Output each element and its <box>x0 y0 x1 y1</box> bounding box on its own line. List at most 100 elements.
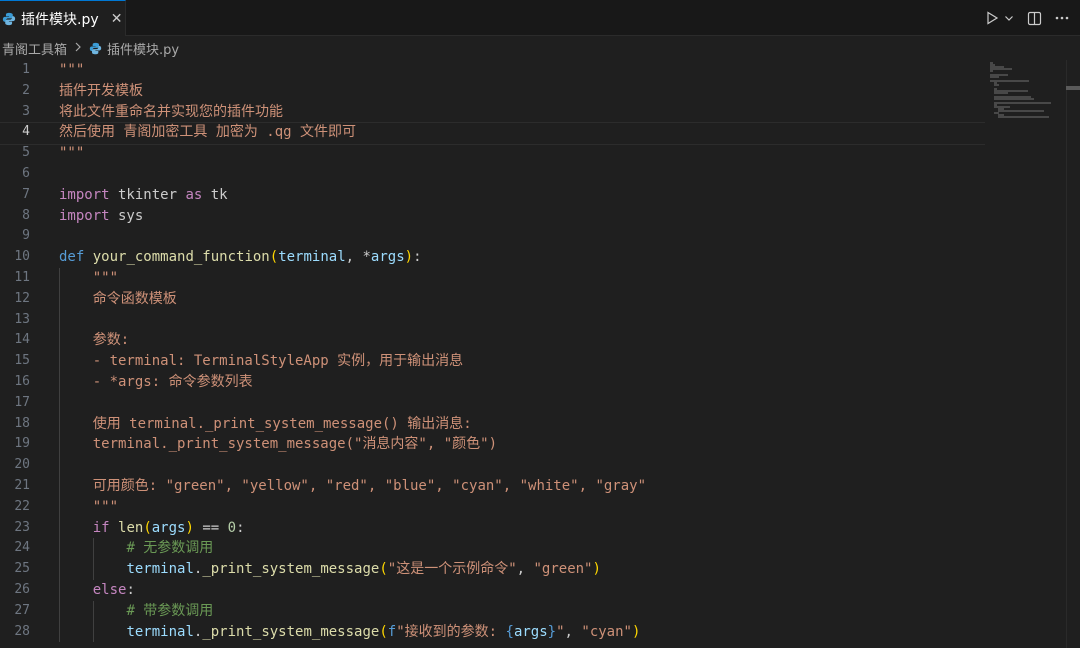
code-token: f <box>387 623 397 640</box>
code-line[interactable] <box>59 392 989 414</box>
line-number: 18 <box>14 415 30 431</box>
code-token: tkinter <box>109 186 186 203</box>
code-line[interactable]: """ <box>59 267 989 289</box>
minimap-line <box>990 70 993 72</box>
code-token: if <box>92 519 110 536</box>
line-number: 28 <box>14 623 30 639</box>
code-line[interactable]: # 带参数调用 <box>59 600 989 622</box>
line-number: 23 <box>14 519 30 535</box>
code-area[interactable]: """ 插件开发模板 将此文件重命名并实现您的插件功能 然后使用 青阁加密工具 加密为… <box>0 60 989 643</box>
code-editor[interactable]: 1 2 3 4 5 6 7 8 9 10 11 12 13 14 15 16 17 18 19 20 21 22 23 24 2… <box>0 60 1080 648</box>
indent-guide <box>59 621 60 643</box>
run-dropdown-chevron-icon[interactable] <box>1003 7 1015 29</box>
code-line[interactable]: else: <box>59 579 989 601</box>
minimap-line <box>994 92 1008 94</box>
code-line[interactable]: # 无参数调用 <box>59 538 989 560</box>
code-line[interactable]: 使用 terminal._print_system_message() 输出消息… <box>59 413 989 435</box>
code-line[interactable]: if len(args) == 0: <box>59 517 989 539</box>
close-tab-icon[interactable]: ✕ <box>109 11 125 27</box>
split-editor-icon[interactable] <box>1027 7 1042 29</box>
code-token: "cyan" <box>581 623 632 640</box>
line-number: 19 <box>14 436 30 452</box>
tab-label: 插件模块.py <box>21 11 99 28</box>
code-line[interactable]: terminal._print_system_message(f"接收到的参数:… <box>59 621 989 643</box>
code-token: sys <box>109 207 144 224</box>
line-number: 12 <box>14 290 30 306</box>
code-line[interactable] <box>59 226 989 247</box>
line-number-gutter: 1 2 3 4 5 6 7 8 9 10 11 12 13 14 15 16 17 18 19 20 21 22 23 24 2… <box>0 60 44 642</box>
code-line[interactable] <box>59 164 989 185</box>
code-token: ) <box>404 249 414 266</box>
scrollbar-thumb[interactable] <box>1066 86 1080 90</box>
python-file-icon <box>89 42 102 54</box>
indent-guide <box>59 371 60 393</box>
code-line[interactable]: 可用颜色: "green", "yellow", "red", "blue", … <box>59 475 989 497</box>
code-token: args <box>151 519 186 536</box>
code-line[interactable]: 插件开发模板 <box>59 81 989 102</box>
tab-plugin-module[interactable]: 插件模块.py ✕ <box>0 0 126 36</box>
code-line[interactable] <box>59 309 989 331</box>
code-token: # 带参数调用 <box>126 602 214 619</box>
indent-guide <box>59 600 60 622</box>
code-line[interactable]: 参数: <box>59 330 989 352</box>
code-line[interactable]: 将此文件重命名并实现您的插件功能 <box>59 102 989 123</box>
code-line[interactable] <box>59 455 989 476</box>
more-actions-icon[interactable] <box>1054 7 1070 29</box>
code-token: # 无参数调用 <box>126 540 214 557</box>
code-line[interactable]: import tkinter as tk <box>59 185 989 206</box>
indent-guide <box>59 496 60 518</box>
code-token: _print_system_message <box>202 561 380 578</box>
line-number: 6 <box>22 165 30 181</box>
code-line[interactable]: terminal._print_system_message("这是一个示例命令… <box>59 559 989 580</box>
code-token: 可用颜色: "green", "yellow", "red", "blue", … <box>92 477 647 494</box>
code-line[interactable]: def your_command_function(terminal, *arg… <box>59 247 989 268</box>
minimap[interactable] <box>986 60 1066 648</box>
code-token: == <box>193 519 228 536</box>
code-token: terminal <box>126 561 194 578</box>
code-line[interactable]: """ <box>59 496 989 518</box>
code-token: 将此文件重命名并实现您的插件功能 <box>59 103 283 120</box>
code-token: 参数: <box>92 332 130 349</box>
code-line[interactable]: import sys <box>59 206 989 227</box>
code-line[interactable]: - *args: 命令参数列表 <box>59 371 989 393</box>
indent-guide <box>59 434 60 456</box>
code-line[interactable]: terminal._print_system_message("消息内容", "… <box>59 434 989 456</box>
line-number: 16 <box>14 373 30 389</box>
indent-guide <box>92 621 94 643</box>
editor-actions <box>985 0 1070 36</box>
code-token: : <box>236 519 245 536</box>
line-number: 11 <box>14 269 30 285</box>
run-python-file-icon[interactable] <box>985 7 999 29</box>
code-token: _print_system_message <box>202 623 380 640</box>
breadcrumb-file[interactable]: 插件模块.py <box>107 39 179 58</box>
code-token: terminal._print_system_message("消息内容", "… <box>92 436 498 453</box>
code-token: terminal <box>278 249 346 266</box>
line-number: 17 <box>14 394 30 410</box>
code-line[interactable]: 命令函数模板 <box>59 288 989 310</box>
breadcrumb-folder[interactable]: 青阁工具箱 <box>2 39 67 58</box>
line-number: 15 <box>14 353 30 369</box>
code-line[interactable]: 然后使用 青阁加密工具 加密为 .qg 文件即可 <box>0 122 989 145</box>
code-line[interactable]: """ <box>59 60 989 81</box>
line-number: 14 <box>14 332 30 348</box>
code-token: - *args: 命令参数列表 <box>92 373 253 390</box>
code-token: "接收到的参数: <box>396 623 506 640</box>
code-token: , <box>564 623 582 640</box>
code-token: "green" <box>533 561 593 578</box>
vertical-scrollbar[interactable] <box>1066 60 1080 648</box>
code-token: : <box>126 581 135 598</box>
code-token: import <box>59 207 110 224</box>
code-token: - terminal: TerminalStyleApp 实例，用于输出消息 <box>92 353 464 370</box>
code-line[interactable]: """ <box>59 143 989 164</box>
indent-guide <box>59 579 60 601</box>
code-token: def <box>59 249 85 266</box>
line-number: 3 <box>22 103 30 119</box>
code-token: ) <box>631 623 641 640</box>
indent-guide <box>59 455 60 476</box>
code-line[interactable]: - terminal: TerminalStyleApp 实例，用于输出消息 <box>59 351 989 372</box>
code-token: 然后使用 青阁加密工具 加密为 .qg 文件即可 <box>59 124 356 141</box>
